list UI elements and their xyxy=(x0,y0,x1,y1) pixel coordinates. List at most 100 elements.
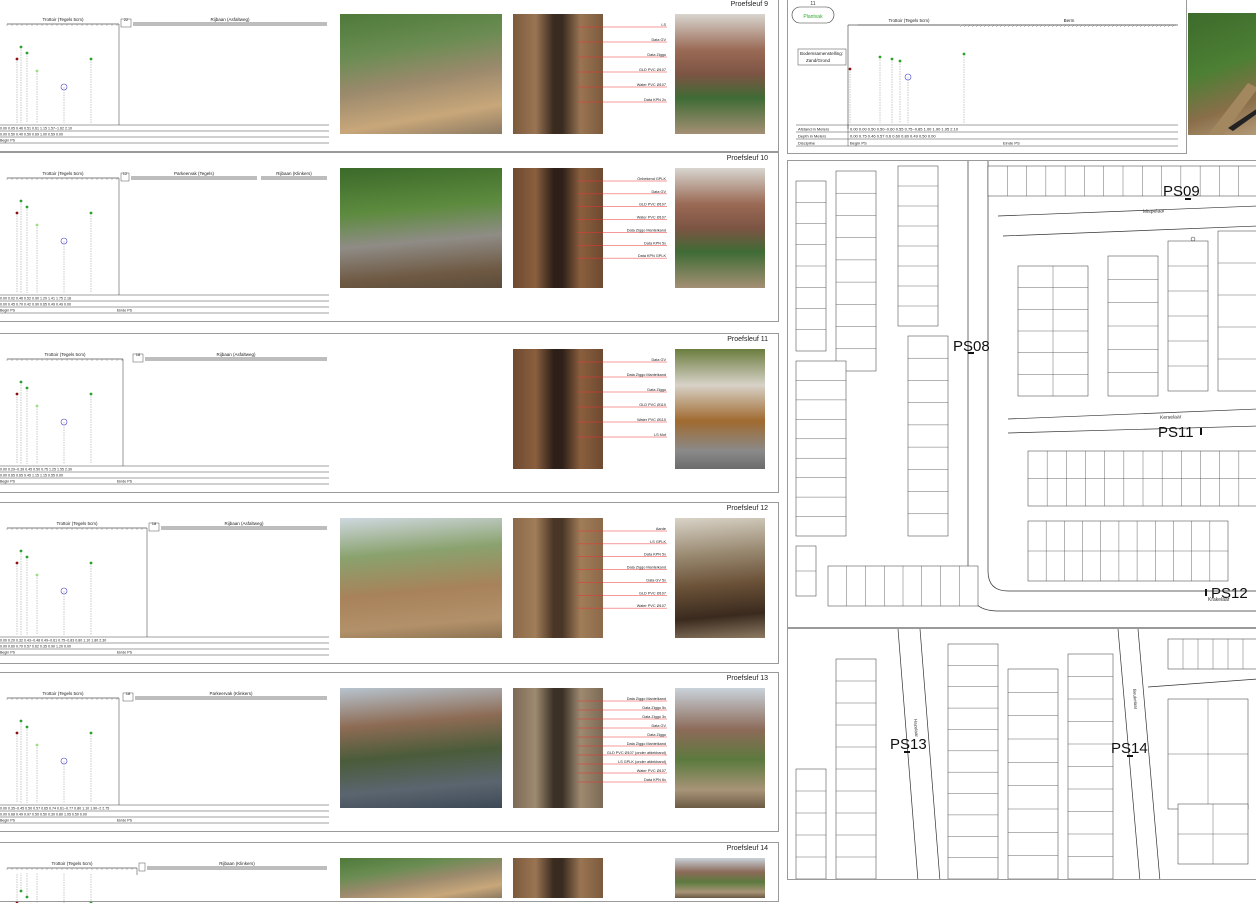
trench-label: Water PVC Ø107 xyxy=(577,604,667,609)
street-label: Mispelaar xyxy=(1143,208,1165,215)
trench-label: Data GV xyxy=(577,38,667,43)
surface-label: Trottoir (Tegels 5cm) xyxy=(42,171,84,176)
surface-section: Rijbaan (Asfaltweg) xyxy=(133,17,327,26)
soil-label-2: Zand/Grond xyxy=(806,58,831,63)
utility-marker xyxy=(25,555,29,635)
table-row-depth: 0.00 0.65 0.65 0.45 1.15 1.15 0.55 0.00 xyxy=(0,474,63,478)
proefsleuf-title: Proefsleuf 12 xyxy=(726,505,768,512)
utility-marker xyxy=(19,873,23,893)
utility-marker xyxy=(25,386,29,464)
utility-marker xyxy=(60,237,68,293)
svg-text:Water PVC Ø107: Water PVC Ø107 xyxy=(637,604,666,608)
utility-marker xyxy=(35,573,39,635)
trench-label: Data Ziggo Mantelkand xyxy=(577,742,667,747)
surface-label: 18 xyxy=(126,691,131,696)
utility-marker xyxy=(89,392,93,464)
surface-label: 18 xyxy=(136,352,141,357)
table-row-distance: 0.00 0.20 0.32 0.43~0.48 0.49~0.61 0.75~… xyxy=(0,639,106,643)
street-label: Beukelaar xyxy=(1132,689,1138,710)
table-row-distance: 0.00 0.29~0.39 0.45 0.50 0.75 1.25 1.55 … xyxy=(0,468,72,472)
trench-label: Water PVC Ø110 xyxy=(577,418,667,423)
table-row-distance: 0.00 0.35~0.45 0.50 0.57 0.65 0.74 0.61~… xyxy=(0,807,109,811)
site-photo xyxy=(340,858,502,898)
svg-text:GLD PVC Ø107 (onder afdekband): GLD PVC Ø107 (onder afdekband) xyxy=(607,751,667,755)
utility-marker xyxy=(19,549,23,635)
profile-drawing: Trottoir (Tegels 5cm) 22 Rijbaan (Asfaltwe… xyxy=(0,17,329,144)
svg-text:Data GV: Data GV xyxy=(651,724,666,728)
trench-label: Data GV xyxy=(577,358,667,363)
svg-text:Data Ziggo: Data Ziggo xyxy=(647,53,666,57)
surface-section: Trottoir (Tegels 5cm) xyxy=(6,171,119,180)
surface-label: Trottoir (Tegels 5cm) xyxy=(42,17,84,22)
surface-label: Trottoir (Tegels 5cm) xyxy=(888,18,930,23)
svg-text:GLD PVC Ø107: GLD PVC Ø107 xyxy=(639,68,666,72)
svg-text:LS GPLK (onder afdekband): LS GPLK (onder afdekband) xyxy=(618,760,667,764)
profile-drawing: Trottoir (Tegels 5cm) 18 Rijbaan (Asfaltwe… xyxy=(0,352,329,485)
utility-marker xyxy=(89,561,93,635)
surface-section: Rijbaan (Asfaltweg) xyxy=(145,352,327,361)
surface-label: Trottoir (Tegels 5cm) xyxy=(44,352,86,357)
map-label-ps09: PS09 xyxy=(1163,183,1200,200)
trench-label: LS xyxy=(577,23,667,28)
utility-marker xyxy=(60,418,68,464)
table-row-depth: 0.00 0.50 0.40 0.50 0.69 1.00 0.59 0.00 xyxy=(0,133,63,137)
svg-text:Data KPN 6x: Data KPN 6x xyxy=(644,778,666,782)
row-label-distance: Afstand in Meters xyxy=(798,127,829,132)
utility-marker xyxy=(89,731,93,803)
trench-label: GLD PVC Ø107 xyxy=(577,203,667,207)
trench-label: Data Ziggo xyxy=(577,388,667,393)
profile-drawing: Trottoir (Tegels 5cm) 18 Rijbaan (Asfaltwe… xyxy=(0,521,329,656)
svg-text:Data Ziggo Mantelkand: Data Ziggo Mantelkand xyxy=(627,228,666,232)
svg-text:LS: LS xyxy=(661,23,666,27)
svg-text:GLD PVC Ø107: GLD PVC Ø107 xyxy=(639,591,666,595)
trench-label: Data GV 5x xyxy=(577,578,667,583)
svg-text:PS09: PS09 xyxy=(1163,183,1200,200)
table-begin: Begin PS xyxy=(0,139,16,143)
svg-text:Onbekend GPLK: Onbekend GPLK xyxy=(637,177,666,181)
svg-text:GLD PVC Ø110: GLD PVC Ø110 xyxy=(639,403,666,407)
trench-label: Data Ziggo xyxy=(577,53,667,58)
soil-label-1: Bodemsamenstelling: xyxy=(800,51,843,56)
surface-label: 12 xyxy=(123,171,128,176)
profile-drawing-top-right: Plantvak 11 Bodemsamenstelling: Zand/Gro… xyxy=(791,1,1178,147)
site-photo xyxy=(675,349,765,469)
street-label: Kerselaar xyxy=(1160,414,1182,421)
table-row-depth: 0.00 0.45 0.70 0.42 0.90 0.65 0.49 0.49 … xyxy=(0,303,71,307)
svg-text:PS13: PS13 xyxy=(890,736,927,753)
trench-annotations: Aarde LS GPLK Data KPN 5x Data Ziggo Mantel… xyxy=(577,527,667,609)
site-photo-top-right xyxy=(1188,13,1256,135)
proefsleuf-title: Proefsleuf 10 xyxy=(726,155,768,162)
surface-section: Rijbaan (Klinkers) xyxy=(147,861,327,870)
site-photo xyxy=(340,688,502,808)
row-label-depth: Depth in Meters xyxy=(798,134,826,139)
trench-label: Data Ziggo Mantelkand xyxy=(577,228,667,233)
profile-panel-9: Proefsleuf 9 Trottoir (Tegels 5cm) 22 Rijba… xyxy=(0,0,779,152)
profile-drawing: Trottoir (Tegels 5cm) 18 Parkeervak (Klink… xyxy=(0,691,329,824)
utility-marker xyxy=(15,57,19,123)
svg-text:Water PVC Ø107: Water PVC Ø107 xyxy=(637,216,666,220)
trench-annotations: LS Data GV Data Ziggo GLD PVC Ø107 Water PVC… xyxy=(577,23,667,103)
surface-section: Trottoir (Tegels 5cm) xyxy=(6,352,123,361)
trench-label: GLD PVC Ø107 (onder afdekband) xyxy=(577,751,667,756)
utility-marker xyxy=(60,757,68,803)
site-photo xyxy=(675,168,765,288)
svg-text:Data Ziggo: Data Ziggo xyxy=(647,388,666,392)
map-label-ps14: PS14 xyxy=(1111,740,1148,757)
trench-annotations: Data GV Data Ziggo Mantelkand Data Ziggo GL… xyxy=(577,358,667,438)
surface-section: 18 xyxy=(122,691,134,702)
svg-text:Data Ziggo 3x: Data Ziggo 3x xyxy=(642,715,666,719)
surface-section: Trottoir (Tegels 5cm) xyxy=(6,861,137,870)
table-row-depth: 0.00 0.60 0.70 0.57 0.62 0.35 0.90 1.20 … xyxy=(0,645,71,649)
svg-text:Data KPN 5x: Data KPN 5x xyxy=(644,241,666,245)
utility-marker xyxy=(15,211,19,293)
row-end: Einde PS xyxy=(1003,141,1020,146)
surface-section xyxy=(138,862,146,872)
svg-text:Data GV: Data GV xyxy=(651,358,666,362)
surface-label: Trottoir (Tegels 5cm) xyxy=(42,691,84,696)
surface-label: Rijbaan (Asfaltweg) xyxy=(216,352,256,357)
map-top: PS09 PS08 PS11 PS12 Mispelaar Kerselaar Krakel… xyxy=(787,160,1256,628)
utility-marker xyxy=(25,205,29,293)
table-begin: Begin PS xyxy=(0,651,16,655)
map-label-ps08: PS08 xyxy=(953,338,990,355)
trench-label: LS Mof xyxy=(577,433,667,438)
